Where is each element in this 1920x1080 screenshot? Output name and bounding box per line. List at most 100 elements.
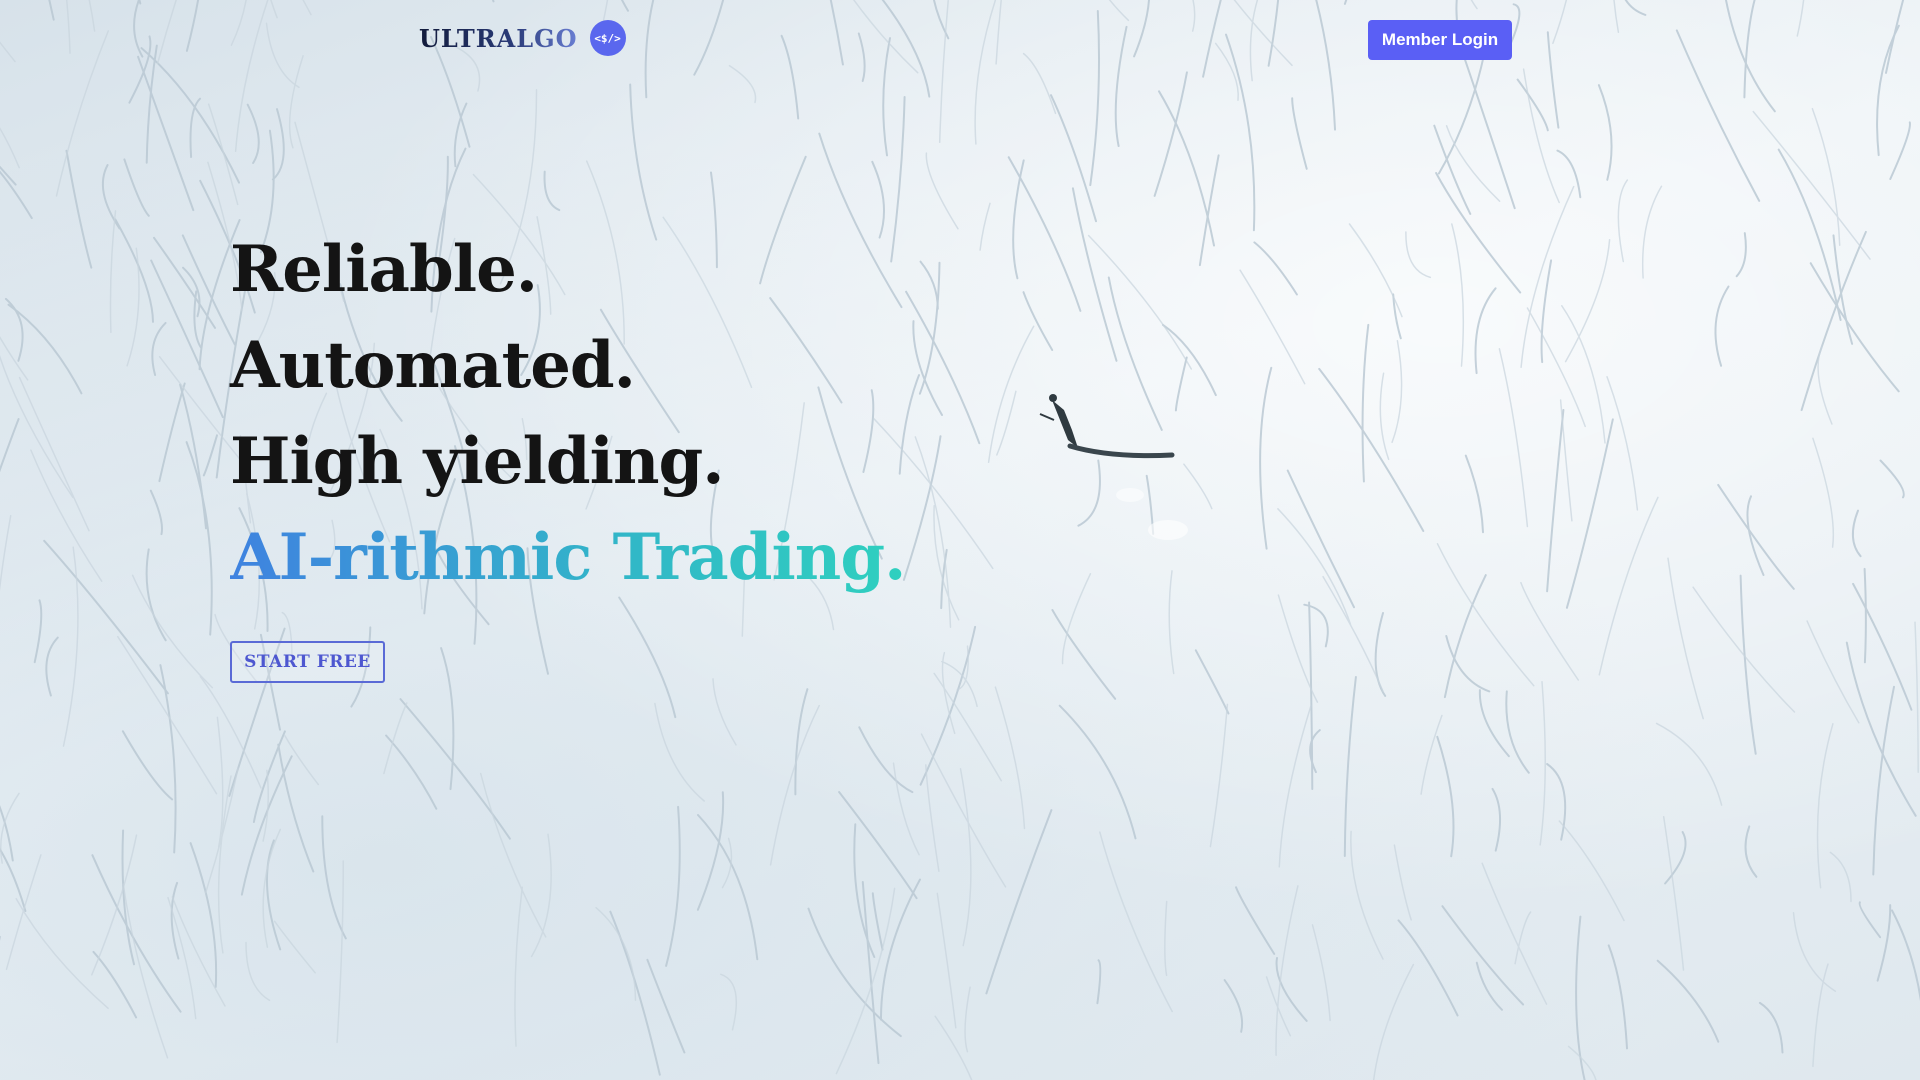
ski-track (270, 0, 278, 19)
ski-track (273, 920, 316, 974)
ski-track (1391, 339, 1403, 444)
ski-track (138, 0, 142, 5)
ski-track (925, 152, 959, 230)
ski-track (1852, 582, 1913, 711)
ski-track (114, 218, 154, 323)
ski-track (794, 688, 809, 796)
ski-track (1624, 0, 1647, 16)
ski-track (1475, 961, 1503, 1011)
ski-track (1318, 367, 1425, 532)
ski-track (1174, 356, 1188, 412)
ski-track (1641, 185, 1663, 279)
ski-track (0, 805, 14, 862)
ski-track (693, 0, 725, 76)
ski-track (55, 30, 110, 197)
ski-track (1806, 620, 1860, 724)
ski-track (1198, 154, 1220, 267)
ski-track (728, 64, 757, 104)
ski-track (620, 0, 629, 12)
ski-track (1876, 904, 1892, 982)
ski-track (1267, 0, 1280, 67)
ski-track (1470, 0, 1478, 10)
ski-track (1114, 25, 1128, 147)
ski-track (829, 0, 844, 66)
ski-track (1259, 366, 1273, 550)
ski-track (1474, 287, 1497, 375)
ski-track (1372, 963, 1415, 1080)
ski-track (1343, 0, 1348, 5)
ski-track (385, 734, 438, 810)
ski-track (0, 41, 16, 63)
ski-track (156, 0, 177, 65)
ski-track (1540, 259, 1553, 364)
ski-track (852, 0, 919, 74)
ski-track (1286, 469, 1355, 609)
ski-track (121, 730, 174, 801)
ski-track (1758, 1001, 1784, 1054)
ski-track (1303, 603, 1329, 648)
ski-track (1235, 886, 1276, 955)
ski-track (905, 290, 981, 445)
ski-track (245, 941, 271, 1002)
ski-track (1725, 0, 1776, 113)
ski-track (1481, 862, 1548, 1005)
ski-track (1914, 621, 1919, 774)
ski-track (1505, 690, 1530, 774)
ski-track (1350, 830, 1384, 960)
ski-track (1464, 454, 1484, 534)
ski-track (1253, 241, 1298, 296)
ski-track (1223, 979, 1244, 1033)
ski-track (33, 599, 43, 664)
ski-track (1397, 919, 1459, 1017)
ski-track (128, 35, 152, 104)
ski-track (665, 805, 681, 967)
ski-track (266, 839, 282, 951)
ski-track (0, 127, 20, 169)
ski-track (1891, 909, 1920, 1002)
ski-track (629, 83, 658, 241)
brand-logo[interactable]: ULTRALGO <$/> (419, 20, 626, 56)
ski-track (1796, 0, 1805, 37)
ski-track (1405, 231, 1432, 279)
ski-track (1087, 234, 1193, 370)
ski-track (1420, 714, 1443, 795)
ski-track (914, 436, 952, 628)
ski-track (1343, 676, 1357, 857)
ski-track (1435, 172, 1522, 294)
ski-track (92, 950, 138, 1019)
ski-track (1617, 179, 1629, 263)
hero-headline: Reliable. Automated. High yielding. AI-r… (230, 222, 906, 606)
ski-track (137, 55, 195, 212)
ski-track (920, 733, 1007, 888)
ski-track (1809, 262, 1900, 393)
ski-track (1194, 649, 1230, 715)
ski-track (1893, 0, 1920, 14)
ski-track (1077, 459, 1101, 527)
ski-track (123, 158, 150, 217)
ski-track (1597, 84, 1613, 181)
member-login-button[interactable]: Member Login (1368, 20, 1512, 60)
ski-track (712, 678, 737, 746)
ski-track (1858, 901, 1882, 939)
ski-track (91, 834, 138, 976)
ski-track (1816, 723, 1834, 889)
ski-track (956, 645, 969, 691)
ski-track (140, 47, 240, 184)
ski-track (1096, 959, 1102, 1005)
ski-track (1133, 0, 1150, 58)
ski-track (1539, 680, 1546, 846)
start-free-button[interactable]: START FREE (230, 641, 385, 683)
ski-track (1089, 10, 1101, 187)
ski-track (1058, 704, 1137, 840)
ski-track (1393, 844, 1412, 921)
ski-track (1392, 293, 1402, 340)
ski-track (491, 0, 495, 3)
ski-track (1735, 232, 1747, 278)
ski-track (1516, 78, 1549, 132)
ski-track (996, 390, 1017, 456)
ski-track (1717, 483, 1795, 590)
ski-track (302, 0, 312, 16)
ski-track (122, 883, 169, 1059)
ski-track (1564, 238, 1611, 363)
ski-track (0, 847, 27, 912)
